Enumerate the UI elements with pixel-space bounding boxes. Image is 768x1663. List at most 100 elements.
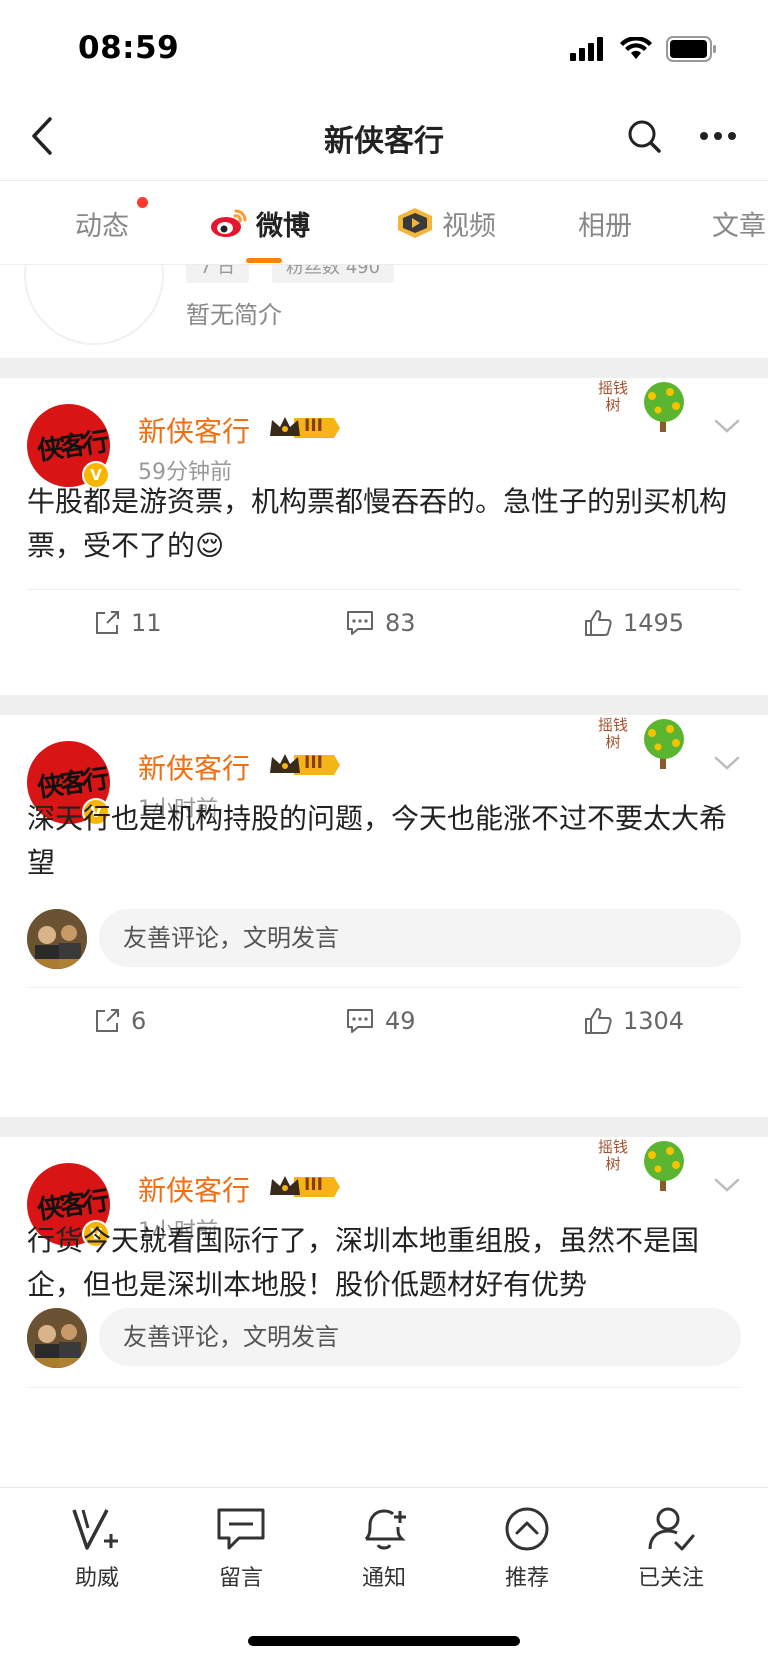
tab-label: 文章 <box>712 210 766 242</box>
profile-avatar-outline <box>24 265 164 345</box>
author-name[interactable]: 新侠客行 <box>138 410 250 450</box>
bottom-label: 助威 <box>74 1566 119 1591</box>
badge-level-text: III <box>304 1175 323 1195</box>
comment-count: 83 <box>385 609 416 637</box>
tab-dynamic[interactable]: 动态 <box>75 197 148 243</box>
post-menu-button[interactable] <box>714 1177 740 1197</box>
repost-icon <box>96 611 119 634</box>
money-tree-sticker[interactable]: 摇钱树 <box>592 1137 702 1197</box>
following-button[interactable]: 已关注 <box>616 1504 726 1592</box>
weibo-logo-icon <box>210 207 248 239</box>
row-divider <box>27 1387 741 1388</box>
user-avatar[interactable] <box>27 1308 87 1368</box>
quick-comment-row: 友善评论，文明发言 <box>27 909 741 969</box>
message-button[interactable]: 留言 <box>186 1504 296 1592</box>
comment-button[interactable]: 49 <box>345 1004 416 1038</box>
bottom-label: 推荐 <box>504 1566 549 1591</box>
member-badge: III <box>268 751 342 783</box>
badge-level-text: III <box>304 416 323 436</box>
profile-intro: 暂无简介 <box>186 301 282 329</box>
bottom-toolbar: 助威 留言 通知 推荐 已关注 <box>0 1487 768 1663</box>
tab-album[interactable]: 相册 <box>578 203 632 243</box>
tab-video[interactable]: 视频 <box>396 203 496 243</box>
tab-label: 视频 <box>442 210 496 242</box>
cheer-button[interactable]: 助威 <box>42 1504 152 1592</box>
author-name[interactable]: 新侠客行 <box>138 747 250 787</box>
section-divider <box>0 1117 768 1137</box>
repost-button[interactable]: 11 <box>93 606 162 640</box>
tab-weibo[interactable]: 微博 <box>210 203 310 263</box>
home-indicator[interactable] <box>248 1636 520 1646</box>
battery-icon <box>666 36 718 66</box>
profile-chip: 7 日 <box>186 265 250 283</box>
comment-icon <box>347 611 373 635</box>
post-text[interactable]: 深天行也是机构持股的问题，今天也能涨不过不要太大希望 <box>27 797 743 885</box>
nav-bar: 新侠客行 <box>0 100 768 180</box>
repost-icon <box>96 1009 119 1032</box>
like-button[interactable]: 1304 <box>583 1004 684 1038</box>
post-text[interactable]: 牛股都是游资票，机构票都慢吞吞的。急性子的别买机构票，受不了的😌 <box>27 480 743 568</box>
emoji-sly-face: 😌 <box>195 529 225 562</box>
post-actions: 11 83 1495 <box>27 589 741 655</box>
tab-label: 相册 <box>578 210 632 242</box>
post-text[interactable]: 行货今天就看国际行了，深圳本地重组股，虽然不是国企，但也是深圳本地股！股价低题材… <box>27 1219 743 1307</box>
author-avatar[interactable]: 侠客行 V <box>27 404 110 489</box>
chevron-down-icon <box>714 1178 740 1192</box>
repost-count: 11 <box>131 609 162 637</box>
post-menu-button[interactable] <box>714 755 740 775</box>
quick-comment-row: 友善评论，文明发言 <box>27 1308 741 1368</box>
like-button[interactable]: 1495 <box>583 606 684 640</box>
repost-button[interactable]: 6 <box>93 1004 146 1038</box>
more-button[interactable] <box>696 114 740 158</box>
cheer-v-icon <box>42 1504 152 1554</box>
comment-input[interactable]: 友善评论，文明发言 <box>99 909 741 967</box>
section-divider <box>0 358 768 378</box>
notification-dot <box>137 197 148 208</box>
notify-button[interactable]: 通知 <box>329 1504 439 1592</box>
wifi-icon <box>620 36 652 65</box>
member-badge: III <box>268 414 342 446</box>
video-hexagon-icon <box>396 207 434 239</box>
post-card[interactable]: 摇钱树 侠客行 V 新侠客行 III 1小时前 行货今天就看国际行了，深圳本地重… <box>0 1137 768 1487</box>
comment-icon <box>347 1009 373 1033</box>
tab-bar: 动态 微博 视频 相册 文章 <box>0 180 768 265</box>
bell-plus-icon <box>329 1504 439 1554</box>
post-card[interactable]: 摇钱树 侠客行 V 新侠客行 III 1小时前 深天行也是机构持股的问题，今天也… <box>0 715 768 1117</box>
money-tree-sticker[interactable]: 摇钱树 <box>592 378 702 438</box>
tab-label: 动态 <box>75 210 129 242</box>
comment-count: 49 <box>385 1007 416 1035</box>
profile-header-remnant: 7 日 粉丝数 490 暂无简介 <box>0 265 768 355</box>
recommend-button[interactable]: 推荐 <box>472 1504 582 1592</box>
thumbs-up-icon <box>585 1008 612 1034</box>
tab-label: 微博 <box>256 210 310 242</box>
post-actions: 6 49 1304 <box>27 987 741 1053</box>
bottom-label: 留言 <box>218 1566 263 1591</box>
post-menu-button[interactable] <box>714 418 740 438</box>
status-icons <box>570 36 718 66</box>
cellular-signal-icon <box>570 37 606 65</box>
badge-level-text: III <box>304 753 323 773</box>
money-tree-sticker[interactable]: 摇钱树 <box>592 715 702 775</box>
post-text-content: 牛股都是游资票，机构票都慢吞吞的。急性子的别买机构票，受不了的 <box>27 485 728 562</box>
chevron-up-circle-icon <box>472 1504 582 1554</box>
bottom-label: 已关注 <box>637 1566 704 1591</box>
comment-button[interactable]: 83 <box>345 606 416 640</box>
tab-articles[interactable]: 文章 <box>712 203 766 243</box>
user-avatar[interactable] <box>27 909 87 969</box>
status-time: 08:59 <box>78 30 180 66</box>
like-count: 1495 <box>623 609 685 637</box>
profile-chip: 粉丝数 490 <box>272 265 395 283</box>
chevron-down-icon <box>714 756 740 770</box>
like-count: 1304 <box>623 1007 685 1035</box>
money-tree-label: 摇钱树 <box>598 379 629 414</box>
bottom-label: 通知 <box>361 1566 406 1591</box>
author-name[interactable]: 新侠客行 <box>138 1169 250 1209</box>
post-card[interactable]: 摇钱树 侠客行 V 新侠客行 III 59分钟前 牛股都是游资票，机构票都慢吞吞… <box>0 378 768 695</box>
repost-count: 6 <box>131 1007 147 1035</box>
comment-input[interactable]: 友善评论，文明发言 <box>99 1308 741 1366</box>
thumbs-up-icon <box>585 610 612 636</box>
section-divider <box>0 695 768 715</box>
search-button[interactable] <box>622 114 666 158</box>
chevron-down-icon <box>714 419 740 433</box>
status-bar: 08:59 <box>0 0 768 100</box>
